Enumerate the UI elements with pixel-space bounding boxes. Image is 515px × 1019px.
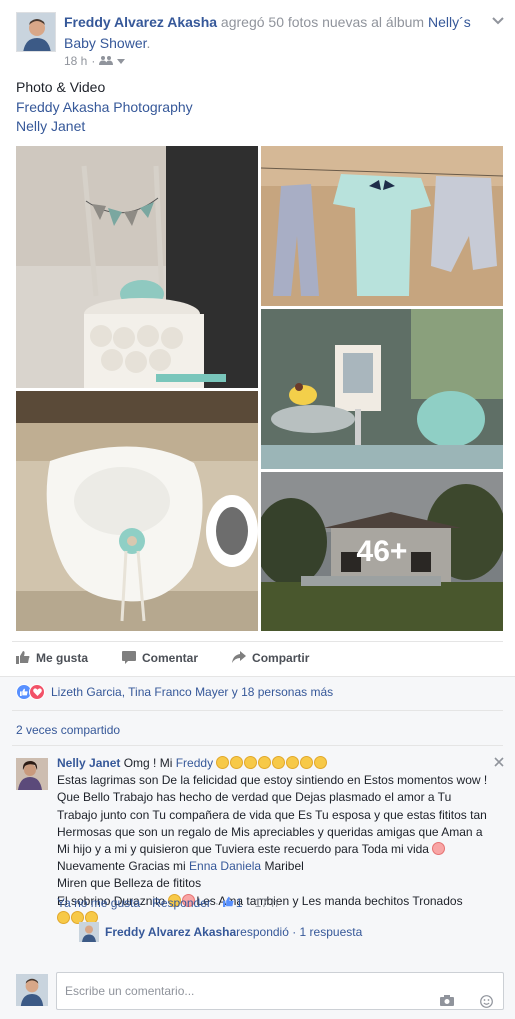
thumbs-up-icon	[16, 650, 30, 667]
comment-button[interactable]: Comentar	[122, 650, 198, 667]
reactions-text: Lizeth Garcia, Tina Franco Mayer y 18 pe…	[51, 685, 334, 699]
author-avatar[interactable]	[16, 12, 56, 52]
audience-chevron-icon[interactable]	[117, 54, 126, 68]
photo-cake[interactable]	[16, 146, 258, 388]
comment-input[interactable]: Escribe un comentario...	[56, 972, 504, 1010]
reply-author-link[interactable]: Freddy Alvarez Akasha	[105, 925, 236, 939]
mention-enna-daniela[interactable]: Enna Daniela	[189, 859, 261, 873]
comment-line-7-end: Maribel	[261, 859, 304, 874]
speech-bubble-icon	[122, 650, 137, 667]
caption-line-1: Photo & Video	[16, 79, 106, 95]
reactions-summary[interactable]: Lizeth Garcia, Tina Franco Mayer y 18 pe…	[16, 684, 333, 700]
meta-dot-2: ·	[214, 896, 219, 910]
share-button[interactable]: Compartir	[232, 650, 309, 667]
love-icon	[29, 684, 45, 700]
post-timestamp[interactable]: 18 h	[64, 54, 87, 68]
photo-more-venue[interactable]: 46+	[261, 472, 503, 631]
photo-clothesline[interactable]	[261, 146, 503, 306]
mention-freddy[interactable]: Freddy	[176, 756, 213, 770]
commenter-avatar[interactable]	[16, 758, 48, 790]
album-suffix: .	[146, 35, 151, 51]
comment-label: Comentar	[142, 651, 199, 665]
post-header: Freddy Alvarez Akasha agregó 50 fotos nu…	[16, 12, 504, 68]
comment-line-5: Hermosas que son un regalo de Mis apreci…	[57, 824, 483, 839]
meta-dot-3: ·	[246, 896, 251, 910]
post-caption: Photo & Video Freddy Akasha Photography …	[16, 78, 193, 137]
chevron-down-icon	[492, 12, 504, 28]
comment-line-3: Que Bello Trabajo has hecho de verdad qu…	[57, 790, 452, 805]
photo-pregnancy-mold[interactable]	[16, 391, 258, 631]
emoji-heart-eyes-icon	[216, 756, 272, 770]
post-actions-bar: Me gusta Comentar Compartir	[16, 645, 504, 671]
reply-comment-link[interactable]: Responder	[152, 896, 211, 910]
comment-like-count[interactable]: 1	[222, 896, 243, 910]
comment-line-4: Trabajo junto con Tu compañera de vida q…	[57, 807, 487, 822]
reply-summary-text[interactable]: respondió · 1 respuesta	[236, 925, 362, 939]
emoji-crying-icon	[272, 756, 328, 770]
comment-text-start: Omg ! Mi	[120, 756, 176, 770]
post-menu-button[interactable]	[492, 12, 504, 28]
emoji-picker-icon[interactable]	[480, 995, 493, 1011]
reply-author-avatar	[79, 922, 99, 942]
like-count: 1	[235, 896, 243, 910]
comment-timestamp[interactable]: 17 h	[255, 896, 278, 910]
post-action-text: agregó 50 fotos nuevas al álbum	[217, 14, 428, 30]
reply-summary[interactable]: Freddy Alvarez Akasha respondió · 1 resp…	[79, 922, 362, 942]
ufi-top-divider	[0, 676, 515, 677]
caption-page-link[interactable]: Freddy Akasha Photography	[16, 98, 193, 118]
thumbs-up-small-icon	[222, 896, 234, 910]
post-meta: 18 h ·	[64, 54, 126, 68]
feedback-section: Lizeth Garcia, Tina Franco Mayer y 18 pe…	[0, 676, 515, 1019]
comment-line-2: Estas lagrimas son De la felicidad que e…	[57, 773, 488, 788]
caption-tag-link[interactable]: Nelly Janet	[16, 117, 193, 137]
comments-divider	[12, 745, 503, 746]
compose-icons	[440, 995, 493, 1011]
photo-table-decor[interactable]	[261, 309, 503, 469]
share-label: Compartir	[252, 651, 310, 665]
emoji-heart-icon	[432, 842, 446, 856]
close-icon	[494, 754, 504, 770]
share-arrow-icon	[232, 650, 247, 667]
like-label: Me gusta	[36, 651, 89, 665]
comment-author-link[interactable]: Nelly Janet	[57, 756, 120, 770]
comment-line-6: Mi hijo y a mi y quisieron que Tuviera e…	[57, 842, 429, 857]
comment-input-placeholder: Escribe un comentario...	[65, 984, 195, 998]
meta-separator: ·	[91, 54, 96, 68]
shares-divider	[12, 710, 503, 711]
post-headline: Freddy Alvarez Akasha agregó 50 fotos nu…	[64, 12, 484, 54]
post-author-link[interactable]: Freddy Alvarez Akasha	[64, 14, 217, 30]
comment-line-7-start: Nuevamente Gracias mi	[57, 859, 190, 874]
more-photos-count[interactable]: 46+	[261, 472, 503, 631]
comment-close-button[interactable]	[494, 754, 504, 770]
actions-top-divider	[12, 641, 503, 642]
friends-icon[interactable]	[99, 54, 114, 68]
unlike-comment-link[interactable]: Ya no me gusta	[57, 896, 140, 910]
camera-icon[interactable]	[440, 995, 454, 1011]
like-button[interactable]: Me gusta	[16, 650, 88, 667]
comment-line-8: Miren que Belleza de fititos	[57, 876, 202, 891]
compose-avatar	[16, 974, 48, 1006]
meta-dot-1: ·	[144, 896, 149, 910]
comment-meta: Ya no me gusta · Responder · 1 · 17 h	[57, 896, 278, 910]
shares-link[interactable]: 2 veces compartido	[16, 723, 120, 737]
